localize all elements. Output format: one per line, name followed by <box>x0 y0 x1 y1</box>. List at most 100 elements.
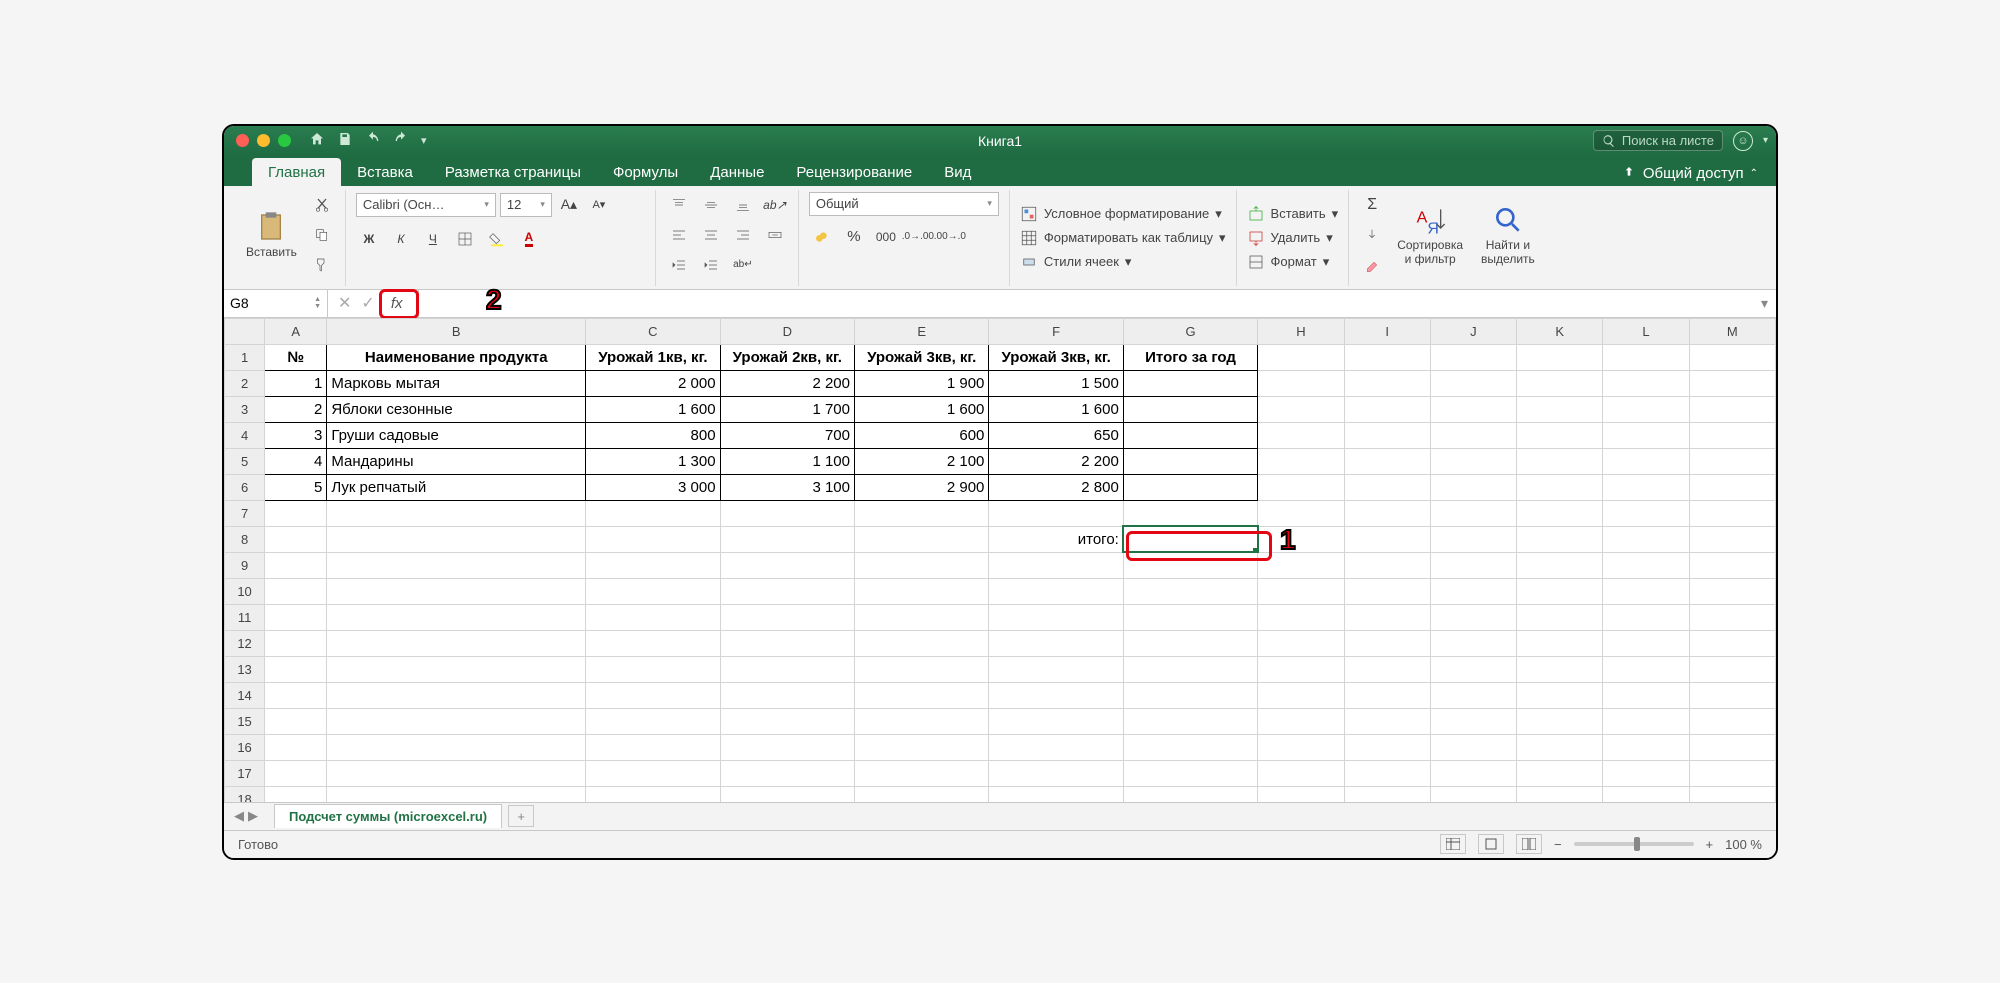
cell[interactable]: итого: <box>989 526 1123 552</box>
cell[interactable] <box>1517 760 1603 786</box>
clear-icon[interactable] <box>1359 252 1385 278</box>
cell[interactable] <box>1258 396 1344 422</box>
cell[interactable] <box>1689 656 1775 682</box>
cell[interactable] <box>1123 630 1257 656</box>
cell[interactable] <box>1430 474 1516 500</box>
row-header[interactable]: 12 <box>225 630 265 656</box>
cell[interactable] <box>854 656 988 682</box>
cell[interactable] <box>1603 526 1689 552</box>
cell[interactable] <box>1344 760 1430 786</box>
cell[interactable]: 5 <box>265 474 327 500</box>
cell[interactable] <box>1517 604 1603 630</box>
row-header[interactable]: 2 <box>225 370 265 396</box>
search-input[interactable]: Поиск на листе <box>1593 130 1723 151</box>
cell[interactable] <box>854 526 988 552</box>
cell[interactable] <box>327 552 586 578</box>
tab-home[interactable]: Главная <box>252 158 341 186</box>
merge-icon[interactable] <box>762 222 788 248</box>
cell[interactable] <box>586 760 720 786</box>
cell[interactable] <box>989 552 1123 578</box>
increase-decimal-icon[interactable]: .0→.00 <box>905 224 931 250</box>
cell[interactable] <box>1344 786 1430 802</box>
cell[interactable]: 1 500 <box>989 370 1123 396</box>
select-all-corner[interactable] <box>225 318 265 344</box>
cell[interactable] <box>1689 474 1775 500</box>
wrap-text-icon[interactable]: ab↵ <box>730 252 756 278</box>
col-header[interactable]: H <box>1258 318 1344 344</box>
cell-styles-button[interactable]: Стили ячеек ▾ <box>1020 253 1226 271</box>
cell[interactable] <box>1517 500 1603 526</box>
cell[interactable] <box>1258 552 1344 578</box>
cell[interactable] <box>1123 474 1257 500</box>
cell[interactable] <box>1517 682 1603 708</box>
cell[interactable]: Лук репчатый <box>327 474 586 500</box>
row-header[interactable]: 3 <box>225 396 265 422</box>
cell[interactable] <box>1603 422 1689 448</box>
cell[interactable]: № <box>265 344 327 370</box>
cell[interactable] <box>1258 656 1344 682</box>
cell[interactable] <box>265 760 327 786</box>
sheet-nav-next-icon[interactable]: ▶ <box>248 808 258 824</box>
cell[interactable] <box>1689 500 1775 526</box>
cell[interactable] <box>989 682 1123 708</box>
cell[interactable] <box>1603 474 1689 500</box>
cell[interactable]: Мандарины <box>327 448 586 474</box>
cell[interactable] <box>1603 760 1689 786</box>
sheet-tab[interactable]: Подсчет суммы (microexcel.ru) <box>274 804 502 828</box>
cell[interactable] <box>1123 708 1257 734</box>
row-header[interactable]: 5 <box>225 448 265 474</box>
cell[interactable] <box>854 708 988 734</box>
cell[interactable] <box>265 708 327 734</box>
cell[interactable]: 1 600 <box>854 396 988 422</box>
cell[interactable] <box>586 526 720 552</box>
cell[interactable] <box>1517 552 1603 578</box>
add-sheet-button[interactable]: + <box>508 805 534 827</box>
cell[interactable]: 700 <box>720 422 854 448</box>
cell[interactable] <box>1258 786 1344 802</box>
cell[interactable] <box>1123 552 1257 578</box>
cell[interactable] <box>1517 578 1603 604</box>
cell[interactable] <box>265 786 327 802</box>
redo-icon[interactable] <box>393 131 409 150</box>
cell[interactable] <box>327 500 586 526</box>
cell[interactable] <box>1430 344 1516 370</box>
cell[interactable] <box>720 526 854 552</box>
cell[interactable] <box>327 786 586 802</box>
cell[interactable]: Яблоки сезонные <box>327 396 586 422</box>
cell[interactable] <box>1603 370 1689 396</box>
cell[interactable] <box>989 604 1123 630</box>
cell[interactable] <box>1430 578 1516 604</box>
cell[interactable] <box>1258 734 1344 760</box>
cell[interactable] <box>1344 552 1430 578</box>
cell[interactable] <box>1689 422 1775 448</box>
cell[interactable] <box>1123 422 1257 448</box>
cell[interactable] <box>1517 734 1603 760</box>
cell[interactable] <box>1430 760 1516 786</box>
cell[interactable]: 1 300 <box>586 448 720 474</box>
spreadsheet-grid[interactable]: A B C D E F G H I J K L M 1№Наименование… <box>224 318 1776 802</box>
titlebar-caret-icon[interactable]: ▾ <box>1763 135 1768 146</box>
format-painter-icon[interactable] <box>309 252 335 278</box>
cell[interactable] <box>1258 526 1344 552</box>
decrease-font-icon[interactable]: A▾ <box>586 192 612 218</box>
cell[interactable]: 1 600 <box>586 396 720 422</box>
cell[interactable] <box>1689 682 1775 708</box>
sort-filter-button[interactable]: АЯ Сортировка и фильтр <box>1391 200 1469 270</box>
cell[interactable] <box>1123 448 1257 474</box>
row-header[interactable]: 14 <box>225 682 265 708</box>
cell[interactable] <box>1258 370 1344 396</box>
cell[interactable] <box>1430 448 1516 474</box>
col-header[interactable]: L <box>1603 318 1689 344</box>
cell[interactable] <box>720 734 854 760</box>
cell[interactable] <box>327 734 586 760</box>
cell[interactable] <box>720 630 854 656</box>
cell[interactable] <box>1689 578 1775 604</box>
cell[interactable] <box>265 552 327 578</box>
cell[interactable] <box>720 500 854 526</box>
cell[interactable] <box>989 656 1123 682</box>
row-header[interactable]: 16 <box>225 734 265 760</box>
cell[interactable]: Урожай 2кв, кг. <box>720 344 854 370</box>
close-window-icon[interactable] <box>236 134 249 147</box>
insert-cells-button[interactable]: Вставить ▾ <box>1247 205 1339 223</box>
cell[interactable] <box>854 786 988 802</box>
